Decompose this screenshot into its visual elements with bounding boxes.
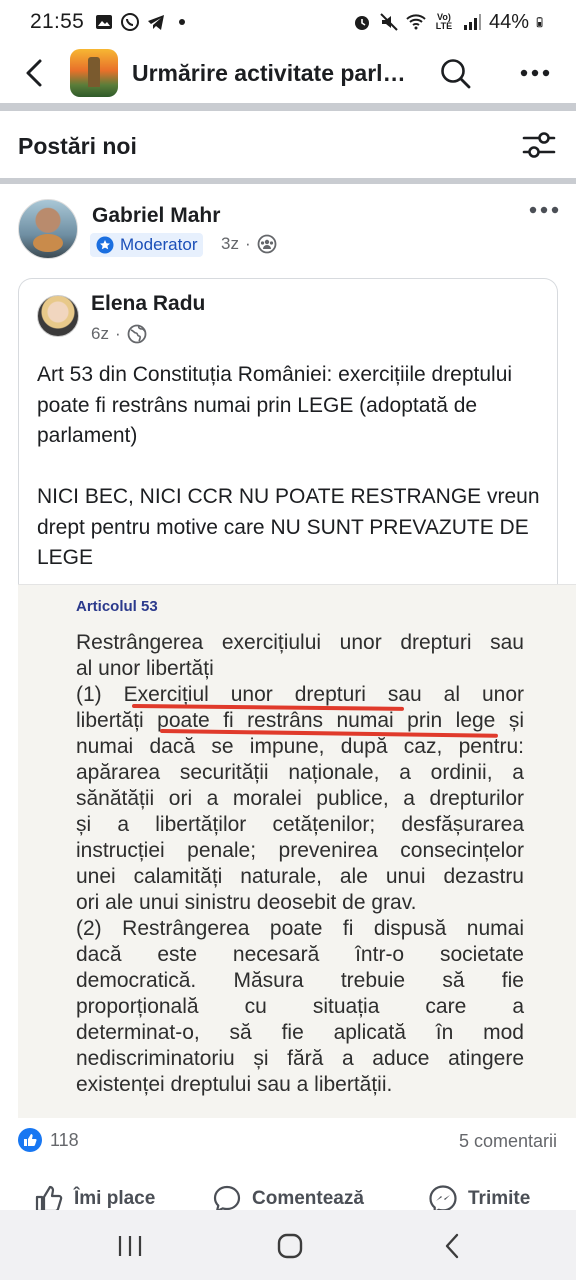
recents-icon [118,1236,142,1256]
moderator-badge: Moderator [90,233,204,257]
more-button[interactable] [518,56,552,90]
document-line: existenței dreptului sau a libertății. [76,1073,393,1096]
gallery-icon [96,15,113,29]
mute-icon [380,13,398,31]
document-line: nediscriminatoriu și fără a aduce atinge… [76,1047,524,1070]
meta-separator: · [114,324,121,343]
system-back-icon [445,1233,459,1259]
shared-author-name[interactable]: Elena Radu [91,292,205,316]
home-icon [277,1233,303,1259]
post-author-name[interactable]: Gabriel Mahr [92,204,220,228]
document-line: numai dacă se impune, după caz, pentru: [76,735,524,758]
system-nav-bar [0,1210,576,1280]
alarm-icon [354,16,369,30]
send-label: Trimite [468,1188,531,1209]
moderator-shield-icon [96,236,114,254]
wifi-icon [406,14,426,30]
group-thumbnail[interactable] [70,49,118,97]
shared-author-avatar[interactable] [37,295,79,337]
more-icon [529,206,559,214]
app-header: Urmărire activitate parl… [0,44,576,102]
notification-dot-icon [179,19,186,25]
reactions-summary[interactable]: 118 [18,1128,79,1152]
post-meta: 3z · [221,234,277,254]
back-arrow-icon [26,59,42,87]
document-line: și a libertăților cetățenilor; desfășura… [76,813,524,836]
comment-label: Comentează [252,1188,364,1209]
shared-post-text: Art 53 din Constituția României: exerciț… [37,363,540,569]
moderator-label: Moderator [120,235,198,254]
document-line: instrucției penale; prevenirea consecinț… [76,839,524,862]
signal-icon [463,14,481,30]
status-bar: 21:55 Vo) LTE 44% [0,0,576,44]
more-icon [520,69,550,77]
document-line: proporțională cu situația care a [76,995,524,1018]
document-line: apărarea securității naționale, a ordini… [76,761,524,784]
document-line: dacă este necesară într-o societate [76,943,524,966]
section-bar: Postări noi [0,114,576,178]
post-time[interactable]: 3z [221,234,239,254]
like-reaction-icon [18,1128,42,1152]
filter-button[interactable] [522,130,556,160]
meta-separator: · [244,234,251,253]
globe-icon [127,324,147,344]
document-line: determinat-o, să fie aplicată în mod [76,1021,524,1044]
comments-count[interactable]: 5 comentarii [459,1131,557,1152]
section-title: Postări noi [18,132,137,159]
document-line: unei calamități naturale, ale unui dezas… [76,865,524,888]
header-divider [0,103,576,111]
document-line: al unor libertăți [76,657,214,680]
search-icon [441,59,471,89]
document-heading: Articolul 53 [76,598,158,615]
back-button[interactable] [14,53,54,93]
document-line: sănătății ori a moralei publice, a drept… [76,787,524,810]
document-line: (2) Restrângerea poate fi dispusă numai [76,917,524,940]
sliders-icon [522,132,556,158]
telegram-icon [148,15,165,30]
post-options-button[interactable] [528,198,560,222]
recents-button[interactable] [114,1232,146,1260]
shared-post-time[interactable]: 6z [91,324,109,344]
network-label: Vo) LTE [435,12,453,31]
home-button[interactable] [274,1232,306,1260]
shared-post-meta: 6z · [91,324,147,344]
battery-percent: 44% [488,10,529,33]
author-avatar[interactable] [18,199,78,259]
status-time: 21:55 [30,10,85,33]
document-text: Restrângerea exercițiului unor drepturi … [76,630,524,1098]
whatsapp-icon [121,13,140,31]
document-line: Restrângerea exercițiului unor drepturi … [76,631,524,654]
section-divider [0,178,576,184]
search-button[interactable] [438,56,472,90]
battery-icon [536,17,543,28]
system-back-button[interactable] [436,1232,468,1260]
likes-count: 118 [50,1129,79,1150]
page-title[interactable]: Urmărire activitate parl… [132,60,422,87]
group-icon [257,234,277,254]
like-label: Îmi place [74,1188,156,1209]
document-line: ori ale unui sinistru deosebit de grav. [76,891,417,914]
document-line: democratică. Măsura trebuie să fie [76,969,524,992]
